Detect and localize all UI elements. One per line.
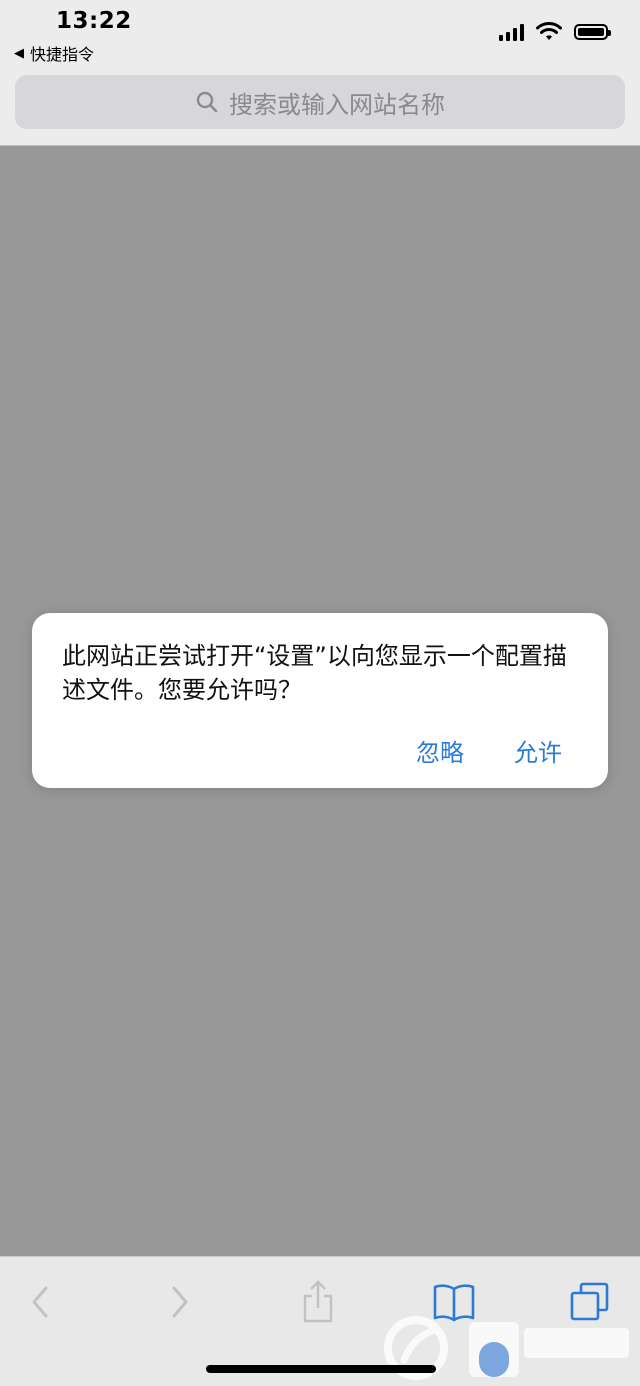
forward-icon <box>172 1286 188 1318</box>
battery-icon <box>574 24 611 40</box>
ignore-button[interactable]: 忽略 <box>416 733 464 768</box>
dialog-buttons: 忽略 允许 <box>416 733 562 768</box>
share-icon <box>303 1280 333 1323</box>
back-button[interactable] <box>10 1277 70 1327</box>
share-button[interactable] <box>288 1277 348 1327</box>
dialog-message: 此网站正尝试打开“设置”以向您显示一个配置描述文件。您要允许吗？ <box>62 642 567 704</box>
profile-permission-dialog: 此网站正尝试打开“设置”以向您显示一个配置描述文件。您要允许吗？ 忽略 允许 <box>32 613 608 788</box>
search-input[interactable]: 搜索或输入网站名称 <box>15 75 625 129</box>
wifi-icon <box>536 22 562 40</box>
top-bar: 13:22 ◀ 快捷指令 搜索或输入网站名称 <box>0 0 640 146</box>
back-to-app-link[interactable]: ◀ 快捷指令 <box>14 41 94 65</box>
status-icons <box>499 22 611 42</box>
home-indicator[interactable] <box>206 1365 436 1373</box>
search-placeholder: 搜索或输入网站名称 <box>229 90 445 119</box>
allow-button[interactable]: 允许 <box>514 733 562 768</box>
back-triangle-icon: ◀ <box>14 45 24 61</box>
back-icon <box>32 1286 48 1318</box>
search-icon <box>196 91 218 113</box>
back-to-app-label: 快捷指令 <box>30 45 95 64</box>
forward-button[interactable] <box>150 1277 210 1327</box>
status-time: 13:22 <box>56 8 132 34</box>
cellular-signal-icon <box>499 23 524 41</box>
